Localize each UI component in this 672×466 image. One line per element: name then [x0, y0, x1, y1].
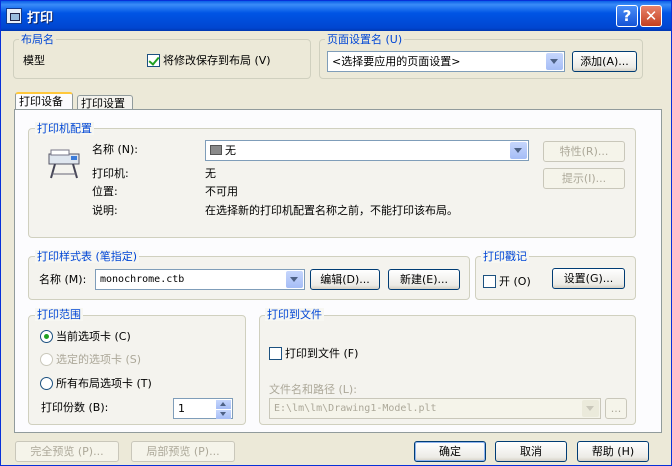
plot-to-file-checkbox[interactable]	[269, 347, 282, 360]
save-to-layout-label: 将修改保存到布局 (V)	[163, 54, 271, 67]
radio-all-layout-tabs-label: 所有布局选项卡 (T)	[56, 377, 152, 390]
file-path-value: E:\lm\lm\Drawing1-Model.plt	[274, 403, 437, 414]
chevron-down-icon[interactable]	[582, 400, 599, 417]
plotter-icon	[48, 149, 80, 179]
chevron-down-icon[interactable]	[286, 271, 303, 288]
spin-down-icon[interactable]	[216, 410, 231, 419]
plot-range-label: 打印范围	[35, 308, 83, 321]
ok-button[interactable]: 确定	[414, 441, 486, 462]
description-label: 说明:	[92, 204, 118, 217]
edit-plot-style-button[interactable]: 编辑(D)...	[310, 269, 380, 290]
radio-selected-tabs[interactable]	[40, 353, 53, 366]
plot-to-file-label: 打印到文件	[265, 308, 324, 321]
radio-all-layout-tabs[interactable]	[40, 377, 53, 390]
close-button[interactable]: ✕	[640, 5, 662, 27]
radio-current-tab[interactable]	[40, 330, 53, 343]
printer-config-label: 打印机配置	[35, 122, 94, 135]
printer-label: 打印机:	[92, 167, 129, 180]
file-path-label: 文件名和路径 (L):	[269, 383, 357, 396]
full-preview-button[interactable]: 完全预览 (P)...	[15, 441, 119, 462]
print-dialog-icon	[6, 8, 22, 24]
page-setup-label: 页面设置名 (U)	[325, 33, 405, 46]
stamp-on-checkbox[interactable]	[483, 275, 496, 288]
printer-value: 无	[205, 167, 216, 180]
page-setup-selected: <选择要应用的页面设置>	[332, 55, 461, 68]
file-path-select[interactable]: E:\lm\lm\Drawing1-Model.plt	[269, 398, 601, 419]
location-value: 不可用	[205, 185, 238, 198]
copies-stepper[interactable]: 1	[173, 398, 233, 419]
new-plot-style-button[interactable]: 新建(E)...	[388, 269, 460, 290]
plot-style-label: 打印样式表 (笔指定)	[35, 250, 140, 263]
copies-value: 1	[178, 402, 185, 415]
plot-style-value: monochrome.ctb	[100, 274, 185, 285]
chevron-down-icon[interactable]	[546, 53, 563, 70]
printer-name-value: 无	[225, 144, 236, 157]
location-label: 位置:	[92, 185, 118, 198]
printer-small-icon	[210, 145, 222, 155]
print-dialog: 打印 ? ✕ 布局名 模型 将修改保存到布局 (V) 页面设置名 (U) <选择…	[0, 0, 672, 466]
copies-label: 打印份数 (B):	[41, 401, 109, 414]
browse-file-button[interactable]: ...	[605, 398, 627, 419]
add-page-setup-button[interactable]: 添加(A)...	[572, 51, 637, 72]
help-title-button[interactable]: ?	[616, 5, 638, 27]
spin-up-icon[interactable]	[216, 400, 231, 409]
hint-button[interactable]: 提示(I)...	[543, 168, 625, 189]
dialog-title: 打印	[27, 11, 54, 26]
radio-current-tab-label: 当前选项卡 (C)	[56, 330, 131, 343]
stamp-on-label: 开 (O)	[499, 275, 531, 288]
printer-name-select[interactable]: 无	[205, 140, 529, 161]
layout-name-value: 模型	[23, 54, 45, 67]
plot-to-file-checkbox-label: 打印到文件 (F)	[285, 347, 359, 360]
page-setup-select[interactable]: <选择要应用的页面设置>	[327, 51, 565, 72]
description-value: 在选择新的打印机配置名称之前，不能打印该布局。	[205, 204, 458, 217]
partial-preview-button[interactable]: 局部预览 (P)...	[131, 441, 235, 462]
save-to-layout-checkbox[interactable]	[147, 54, 160, 67]
copies-spin[interactable]	[216, 400, 231, 419]
layout-name-label: 布局名	[19, 33, 56, 46]
printer-name-label: 名称 (N):	[92, 143, 139, 156]
cancel-button[interactable]: 取消	[495, 441, 567, 462]
plot-style-name-label: 名称 (M):	[39, 273, 87, 286]
stamp-settings-button[interactable]: 设置(G)...	[552, 268, 625, 289]
title-bar: 打印 ? ✕	[1, 1, 671, 31]
stamp-label: 打印戳记	[481, 250, 529, 263]
properties-button[interactable]: 特性(R)...	[543, 141, 625, 162]
chevron-down-icon[interactable]	[510, 142, 527, 159]
help-button[interactable]: 帮助 (H)	[577, 441, 649, 462]
radio-selected-tabs-label: 选定的选项卡 (S)	[56, 353, 142, 366]
tab-panel: 打印机配置 名称 (N): 无 特性(R)... 提示(I)... 打印机: 无…	[14, 109, 662, 433]
plot-style-select[interactable]: monochrome.ctb	[95, 269, 305, 290]
